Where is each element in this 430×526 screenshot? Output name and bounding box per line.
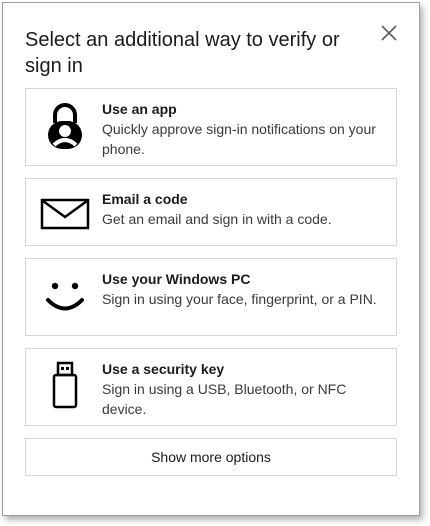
show-more-options-button[interactable]: Show more options [25, 438, 397, 476]
envelope-icon [40, 198, 90, 230]
option-description: Get an email and sign in with a code. [102, 211, 332, 227]
option-security-key[interactable]: Use a security key Sign in using a USB, … [25, 348, 397, 426]
smiley-face-icon [46, 282, 84, 311]
option-title: Use a security key [102, 361, 225, 377]
usb-key-icon [52, 361, 78, 409]
option-description: Quickly approve sign-in notifications on… [102, 121, 376, 157]
option-windows-pc[interactable]: Use your Windows PC Sign in using your f… [25, 258, 397, 336]
close-icon [381, 25, 397, 41]
option-description: Sign in using a USB, Bluetooth, or NFC d… [102, 381, 347, 417]
option-title: Email a code [102, 191, 188, 207]
option-description: Sign in using your face, fingerprint, or… [102, 291, 377, 307]
lock-person-icon [48, 103, 82, 149]
option-title: Use an app [102, 101, 177, 117]
option-use-app[interactable]: Use an app Quickly approve sign-in notif… [25, 88, 397, 166]
option-email-code[interactable]: Email a code Get an email and sign in wi… [25, 178, 397, 246]
close-button[interactable] [377, 21, 401, 45]
verify-dialog: Select an additional way to verify or si… [2, 2, 420, 516]
dialog-title: Select an additional way to verify or si… [25, 29, 340, 77]
option-title: Use your Windows PC [102, 271, 251, 287]
